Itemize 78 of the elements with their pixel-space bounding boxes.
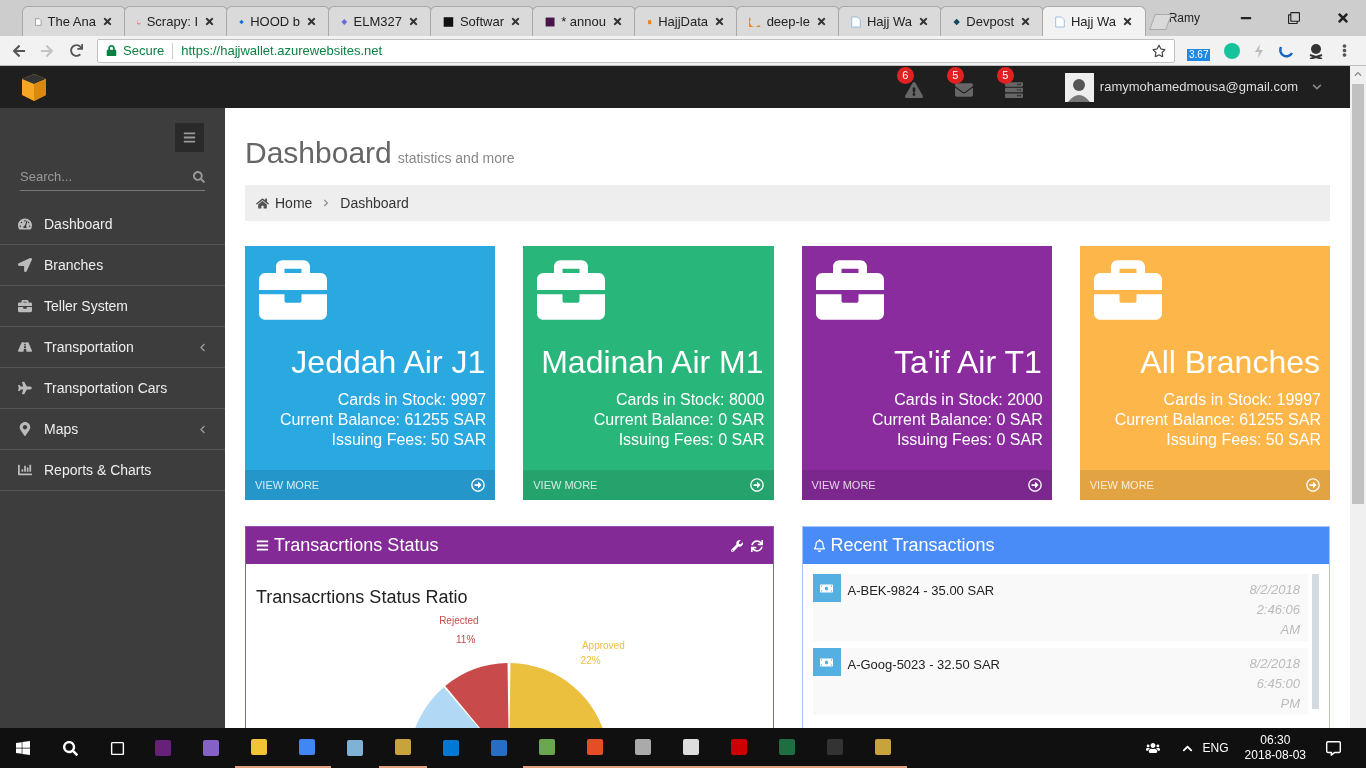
count-badge: 6 bbox=[896, 67, 914, 84]
card-stat: Cards in Stock: 19997 bbox=[1163, 390, 1321, 410]
tab-title: * annou bbox=[561, 12, 606, 31]
card-stat: Current Balance: 0 SAR bbox=[593, 410, 765, 430]
url-text: https://hajjwallet.azurewebsites.net bbox=[181, 41, 383, 60]
card-stat: Issuing Fees: 50 SAR bbox=[331, 430, 487, 450]
card-title: Jeddah Air J1 bbox=[290, 343, 486, 382]
transaction-date: 8/2/2018 bbox=[1249, 655, 1300, 673]
transaction-date: 8/2/2018 bbox=[1249, 581, 1300, 599]
sidebar-item[interactable]: Dashboard bbox=[0, 204, 225, 245]
browser-tab[interactable]: HajjData bbox=[634, 6, 738, 36]
tab-title: Hajj Wa bbox=[1070, 12, 1116, 31]
extension-badge[interactable]: 3.67 bbox=[1187, 48, 1211, 61]
language-indicator[interactable]: ENG bbox=[1202, 739, 1229, 757]
sidebar-item[interactable]: Reports & Charts bbox=[0, 450, 225, 491]
search-field[interactable]: Search... bbox=[20, 166, 193, 187]
card-stat: Current Balance: 0 SAR bbox=[872, 410, 1043, 430]
breadcrumb-link[interactable]: Home bbox=[275, 192, 313, 214]
address-bar[interactable]: Secure https://hajjwallet.azurewebsites.net bbox=[97, 38, 1175, 63]
browser-tab[interactable]: deep-le bbox=[736, 6, 840, 36]
tab-title: ELM327 bbox=[353, 12, 402, 31]
tab-title: HOOD b bbox=[250, 12, 300, 31]
card-stat: Issuing Fees: 50 SAR bbox=[1166, 430, 1321, 450]
tab-title: Hajj Wa bbox=[866, 12, 912, 31]
browser-tab[interactable]: * annou bbox=[532, 6, 636, 36]
transaction-time: 2:46:06 bbox=[1256, 601, 1300, 619]
transaction-item[interactable]: A-Goog-5023 - 32.50 SAR 8/2/2018 6:45:00 PM bbox=[812, 648, 1308, 715]
card-stat: Current Balance: 61255 SAR bbox=[279, 410, 487, 430]
user-email[interactable]: ramymohamedmousa@gmail.com bbox=[1099, 77, 1298, 97]
transaction-time: 6:45:00 bbox=[1256, 675, 1300, 693]
transaction-meridiem: AM bbox=[1280, 621, 1300, 639]
transaction-label: A-Goog-5023 - 32.50 SAR bbox=[847, 656, 1001, 674]
browser-tab[interactable]: Hajj Wa bbox=[838, 6, 942, 36]
profile-name[interactable]: Ramy bbox=[1168, 9, 1200, 27]
tab-title: HajjData bbox=[658, 12, 708, 31]
browser-tab[interactable]: Softwar bbox=[430, 6, 534, 36]
sidebar-item[interactable]: Maps bbox=[0, 409, 225, 450]
browser-tab[interactable]: ELM327 bbox=[328, 6, 432, 36]
card-title: All Branches bbox=[1139, 343, 1320, 382]
slice-value: 22% bbox=[580, 655, 601, 667]
card-stat: Issuing Fees: 0 SAR bbox=[896, 430, 1043, 450]
browser-tab[interactable]: The Ana bbox=[22, 6, 126, 36]
card-stat: Current Balance: 61255 SAR bbox=[1114, 410, 1321, 430]
sidebar-item[interactable]: Teller System bbox=[0, 286, 225, 327]
secure-label: Secure bbox=[123, 41, 165, 60]
sidebar-item[interactable]: Transportation bbox=[0, 327, 225, 368]
count-badge: 5 bbox=[946, 67, 964, 84]
page-title: Dashboard bbox=[245, 135, 392, 171]
tab-title: Softwar bbox=[459, 12, 504, 31]
tab-title: Scrapy: I bbox=[146, 12, 198, 31]
transaction-item[interactable]: A-BEK-9824 - 35.00 SAR 8/2/2018 2:46:06 AM bbox=[812, 574, 1308, 641]
view-more-link[interactable]: VIEW MORE bbox=[801, 470, 1052, 500]
card-stat: Cards in Stock: 2000 bbox=[894, 390, 1043, 410]
card-stat: Cards in Stock: 9997 bbox=[337, 390, 487, 410]
clock[interactable]: 06:30 2018-08-03 bbox=[1244, 733, 1306, 763]
browser-tab[interactable]: Devpost bbox=[940, 6, 1044, 36]
page-subtitle: statistics and more bbox=[397, 149, 515, 168]
panel-title: Transacrtions Status bbox=[274, 534, 439, 557]
slice-label: Approved bbox=[581, 639, 625, 651]
card-stat: Cards in Stock: 8000 bbox=[615, 390, 765, 410]
slice-value: 11% bbox=[456, 633, 476, 645]
browser-tab[interactable]: Hajj Wa bbox=[1042, 6, 1146, 36]
card-title: Ta'if Air T1 bbox=[892, 343, 1042, 382]
tab-title: deep-le bbox=[766, 12, 810, 31]
browser-tab[interactable]: Scrapy: I bbox=[124, 6, 228, 36]
panel-title: Recent Transactions bbox=[830, 534, 995, 557]
card-stat: Issuing Fees: 0 SAR bbox=[618, 430, 765, 450]
tab-title: Devpost bbox=[966, 12, 1014, 31]
slice-label: Rejected bbox=[439, 614, 479, 626]
sidebar-item[interactable]: Transportation Cars bbox=[0, 368, 225, 409]
browser-tab[interactable]: HOOD b bbox=[226, 6, 330, 36]
sidebar-item[interactable]: Branches bbox=[0, 245, 225, 286]
chart-title: Transacrtions Status Ratio bbox=[256, 587, 468, 607]
card-title: Madinah Air M1 bbox=[540, 343, 764, 382]
transaction-meridiem: PM bbox=[1280, 695, 1300, 713]
tab-title: The Ana bbox=[47, 12, 96, 31]
transaction-label: A-BEK-9824 - 35.00 SAR bbox=[847, 582, 996, 600]
count-badge: 5 bbox=[996, 67, 1014, 84]
